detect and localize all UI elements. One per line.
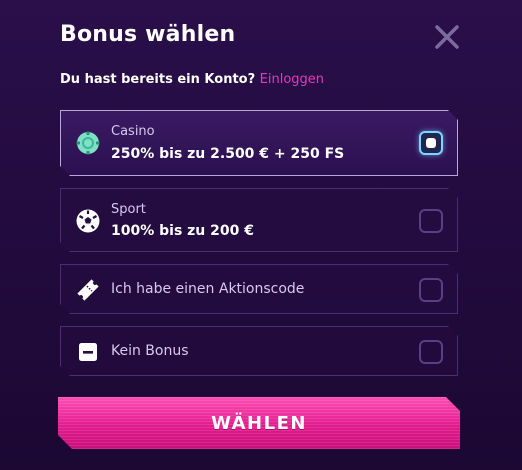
no-bonus-icon bbox=[75, 339, 101, 365]
option-checkbox[interactable] bbox=[419, 340, 443, 364]
option-checkbox[interactable] bbox=[419, 278, 443, 302]
option-value: 100% bis zu 200 € bbox=[111, 223, 254, 239]
option-value: 250% bis zu 2.500 € + 250 FS bbox=[111, 146, 345, 162]
page-title: Bonus wählen bbox=[60, 22, 236, 47]
login-link[interactable]: Einloggen bbox=[260, 72, 324, 87]
option-label: Casino bbox=[111, 124, 155, 139]
casino-chip-icon bbox=[75, 130, 101, 156]
bonus-option-none[interactable]: Kein Bonus bbox=[60, 326, 458, 376]
login-prompt: Du hast bereits ein Konto? Einloggen bbox=[60, 72, 324, 87]
login-prompt-text: Du hast bereits ein Konto? bbox=[60, 72, 256, 87]
choose-button[interactable]: WÄHLEN bbox=[58, 397, 460, 449]
bonus-option-casino[interactable]: Casino 250% bis zu 2.500 € + 250 FS bbox=[60, 110, 458, 176]
option-label: Kein Bonus bbox=[111, 343, 189, 359]
bonus-option-sport[interactable]: Sport 100% bis zu 200 € bbox=[60, 188, 458, 252]
close-icon[interactable] bbox=[432, 22, 462, 52]
option-checkbox[interactable] bbox=[419, 209, 443, 233]
ticket-icon bbox=[75, 277, 101, 303]
option-label: Sport bbox=[111, 202, 146, 217]
bonus-option-promo-code[interactable]: Ich habe einen Aktionscode bbox=[60, 264, 458, 314]
option-label: Ich habe einen Aktionscode bbox=[111, 281, 305, 297]
option-checkbox[interactable] bbox=[419, 131, 443, 155]
choose-button-label: WÄHLEN bbox=[211, 412, 307, 434]
soccer-ball-icon bbox=[75, 208, 101, 234]
checkbox-checked-indicator bbox=[426, 138, 436, 148]
